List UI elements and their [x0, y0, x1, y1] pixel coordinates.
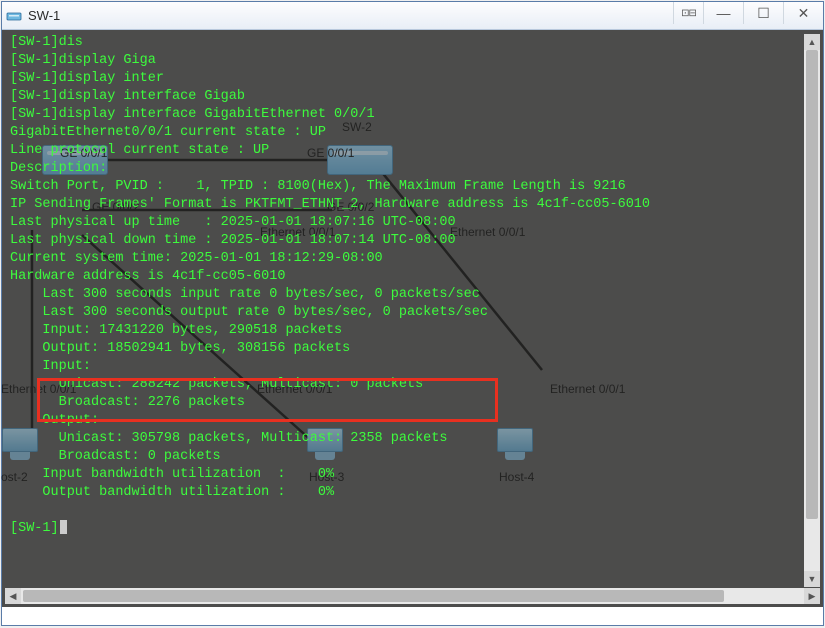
scroll-right-arrow-icon[interactable]: ▶: [804, 588, 820, 604]
scroll-left-arrow-icon[interactable]: ◀: [5, 588, 21, 604]
window-controls: ⊡⊟ — ☐ ✕: [673, 2, 823, 24]
content-area: SW-2 GE 0/0/1 GE 0/0/1 GE 0/0/2 GE 0/0/2…: [2, 30, 823, 607]
scroll-up-arrow-icon[interactable]: ▲: [804, 34, 820, 50]
close-button[interactable]: ✕: [783, 2, 823, 24]
scroll-down-arrow-icon[interactable]: ▼: [804, 571, 820, 587]
horizontal-scrollbar[interactable]: ◀ ▶: [5, 588, 820, 604]
vertical-scrollbar[interactable]: ▲ ▼: [804, 34, 820, 587]
maximize-button[interactable]: ☐: [743, 2, 783, 24]
horizontal-scroll-thumb[interactable]: [23, 590, 724, 602]
app-window: SW-1 ⊡⊟ — ☐ ✕ SW-2 GE 0/0/1 GE 0/0/: [1, 1, 824, 626]
app-icon: [6, 8, 22, 24]
dock-button[interactable]: ⊡⊟: [673, 2, 703, 24]
vertical-scroll-thumb[interactable]: [806, 50, 818, 519]
terminal-output[interactable]: [SW-1]dis [SW-1]display Giga [SW-1]displ…: [10, 34, 803, 585]
window-title: SW-1: [28, 8, 60, 23]
minimize-button[interactable]: —: [703, 2, 743, 24]
titlebar[interactable]: SW-1 ⊡⊟ — ☐ ✕: [2, 2, 823, 30]
